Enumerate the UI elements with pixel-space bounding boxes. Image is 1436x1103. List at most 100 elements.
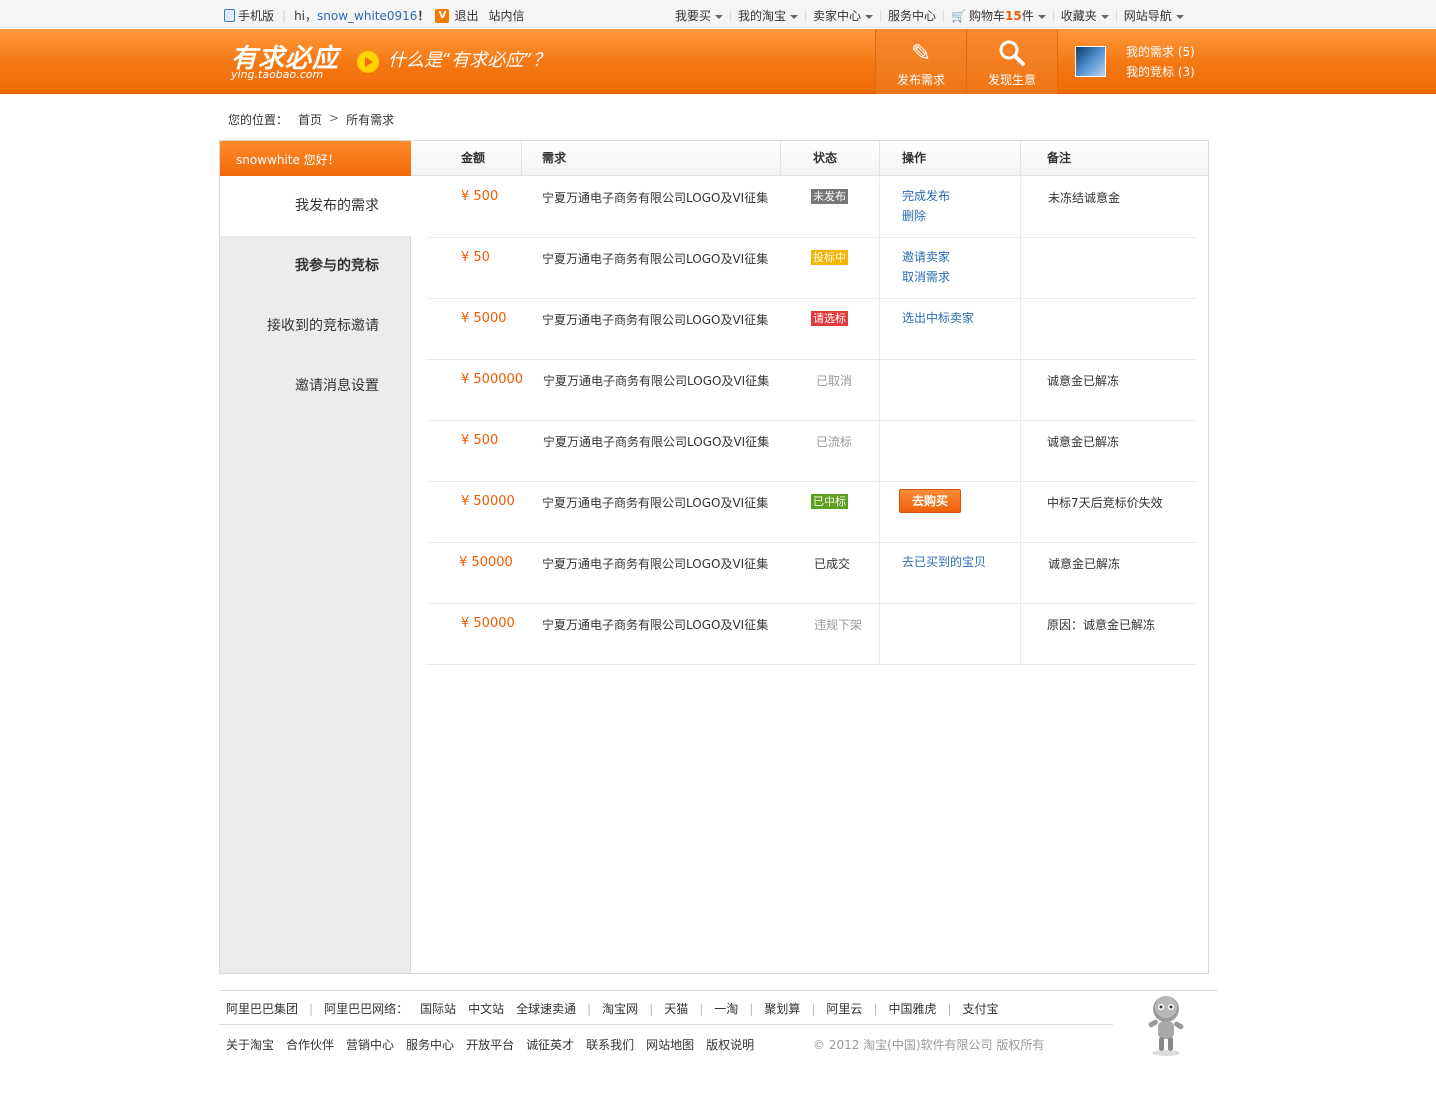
cart-link[interactable]: 🛒 购物车15件 [951,7,1046,24]
select-winner-link[interactable]: 选出中标卖家 [902,308,974,328]
footer-link[interactable]: 国际站 [420,1000,456,1017]
chevron-down-icon [1100,14,1109,19]
footer-link[interactable]: 中文站 [468,1000,504,1017]
sidebar-item-received-invites[interactable]: 接收到的竞标邀请 [220,296,411,356]
breadcrumb-home[interactable]: 首页 [298,111,322,128]
footer-link[interactable]: 聚划算 [764,1000,800,1017]
post-request-button[interactable]: ✎ 发布需求 [875,29,966,94]
go-buy-button[interactable]: 去购买 [899,489,961,513]
bought-items-link[interactable]: 去已买到的宝贝 [902,552,986,572]
row-request[interactable]: 宁夏万通电子商务有限公司LOGO及VI征集 [542,311,768,328]
copyright: © 2012 淘宝(中国)软件有限公司 版权所有 [813,1038,1045,1052]
chevron-down-icon [790,14,799,19]
footer-link[interactable]: 全球速卖通 [516,1000,576,1017]
footer-link[interactable]: 淘宝网 [602,1000,638,1017]
separator: | [873,1001,878,1016]
footer-link[interactable]: 网站地图 [646,1036,694,1053]
favorites-menu[interactable]: 收藏夹 [1061,7,1109,24]
row-note: 诚意金已解冻 [1048,557,1121,571]
find-business-button[interactable]: 发现生意 [966,29,1057,94]
sidebar-greeting: snowwhite 您好！ [220,141,411,176]
menu-buy[interactable]: 我要买 [675,7,724,24]
row-request[interactable]: 宁夏万通电子商务有限公司LOGO及VI征集 [543,433,769,450]
row-amount: ¥ 50000 [461,494,515,509]
sidebar-item-my-requests[interactable]: 我发布的需求 [220,176,411,236]
breadcrumb-prefix: 您的位置： [228,113,289,127]
separator: | [749,1001,754,1016]
table-row: ¥ 500 宁夏万通电子商务有限公司LOGO及VI征集 已流标 诚意金已解冻 [426,421,1196,482]
mobile-link[interactable]: 手机版 [238,7,274,24]
invite-seller-link[interactable]: 邀请卖家 [902,247,950,267]
footer-link[interactable]: 合作伙伴 [286,1036,334,1053]
cancel-request-link[interactable]: 取消需求 [902,267,950,287]
status-badge: 未发布 [811,189,848,204]
footer-link[interactable]: 版权说明 [706,1036,754,1053]
site-nav-menu[interactable]: 网站导航 [1124,7,1184,24]
status-badge: 投标中 [811,250,848,265]
footer-link[interactable]: 阿里巴巴集团 [226,1000,298,1017]
table-row: ¥ 50000 宁夏万通电子商务有限公司LOGO及VI征集 已成交 去已买到的宝… [426,543,1196,604]
row-request[interactable]: 宁夏万通电子商务有限公司LOGO及VI征集 [542,616,768,633]
separator: | [811,1001,816,1016]
row-actions: 选出中标卖家 [902,308,974,328]
separator: | [947,1001,952,1016]
footer-link[interactable]: 阿里云 [826,1000,862,1017]
footer-link[interactable]: 支付宝 [963,1000,999,1017]
complete-publish-link[interactable]: 完成发布 [902,186,950,206]
col-separator [521,141,522,176]
cart-unit: 件 [1021,9,1034,23]
row-request[interactable]: 宁夏万通电子商务有限公司LOGO及VI征集 [542,555,768,572]
sidebar-item-my-bids[interactable]: 我参与的竞标 [220,236,411,296]
cart-label: 购物车 [969,9,1006,23]
footer-link[interactable]: 服务中心 [406,1036,454,1053]
username-link[interactable]: snow_white0916 [317,9,417,23]
delete-link[interactable]: 删除 [902,206,950,226]
sidebar-item-invite-settings[interactable]: 邀请消息设置 [220,356,411,416]
avatar[interactable] [1075,46,1106,77]
footer-link[interactable]: 中国雅虎 [888,1000,936,1017]
status-text: 已流标 [816,435,853,449]
row-request[interactable]: 宁夏万通电子商务有限公司LOGO及VI征集 [542,494,768,511]
menu-seller-center-label: 卖家中心 [813,9,862,23]
what-is-link[interactable]: 什么是“有求必应”？ [388,46,550,72]
separator [880,9,882,22]
footer-links-group: 关于淘宝 合作伙伴 营销中心 服务中心 开放平台 诚征英才 联系我们 网站地图 … [226,1036,754,1053]
row-request[interactable]: 宁夏万通电子商务有限公司LOGO及VI征集 [543,372,769,389]
top-bar-left: 手机版 | hi， snow_white0916 ！ V 退出 站内信 [224,7,524,24]
footer-link[interactable]: 天猫 [664,1000,688,1017]
row-amount: ¥ 5000 [461,311,507,326]
my-bids-link[interactable]: 我的竞标 (3) [1126,62,1195,82]
menu-seller-center[interactable]: 卖家中心 [813,7,874,24]
cart-count: 15 [1005,9,1022,23]
col-actions: 操作 [902,151,927,165]
wangwang-icon[interactable]: V [435,8,450,23]
logout-link[interactable]: 退出 [454,7,478,24]
footer-link[interactable]: 联系我们 [586,1036,634,1053]
menu-service-center[interactable]: 服务中心 [888,7,936,24]
footer-link[interactable]: 营销中心 [346,1036,394,1053]
row-amount: ¥ 50 [461,250,490,265]
chevron-down-icon [1037,14,1046,19]
messages-link[interactable]: 站内信 [488,7,524,24]
row-request[interactable]: 宁夏万通电子商务有限公司LOGO及VI征集 [542,189,768,206]
footer-link[interactable]: 一淘 [714,1000,738,1017]
play-icon[interactable] [357,51,379,73]
my-links: 我的需求 (5) 我的竞标 (3) [1126,42,1195,82]
separator: | [282,8,287,23]
search-icon [997,39,1027,67]
menu-my-taobao[interactable]: 我的淘宝 [738,7,799,24]
status-badge: 已中标 [811,494,848,509]
footer-link[interactable]: 开放平台 [466,1036,514,1053]
menu-buy-label: 我要买 [675,9,712,23]
row-request[interactable]: 宁夏万通电子商务有限公司LOGO及VI征集 [542,250,768,267]
post-request-label: 发布需求 [896,73,945,87]
row-actions: 邀请卖家 取消需求 [902,247,950,287]
footer-link[interactable]: 关于淘宝 [226,1036,274,1053]
breadcrumb: 您的位置： 首页 > 所有需求 [228,111,394,128]
footer-link[interactable]: 诚征英才 [526,1036,574,1053]
table-row: ¥ 5000 宁夏万通电子商务有限公司LOGO及VI征集 请选标 选出中标卖家 [426,299,1196,360]
status-text: 已成交 [814,557,851,571]
site-nav-label: 网站导航 [1123,9,1172,23]
col-separator [879,141,880,176]
my-requests-link[interactable]: 我的需求 (5) [1126,42,1195,62]
